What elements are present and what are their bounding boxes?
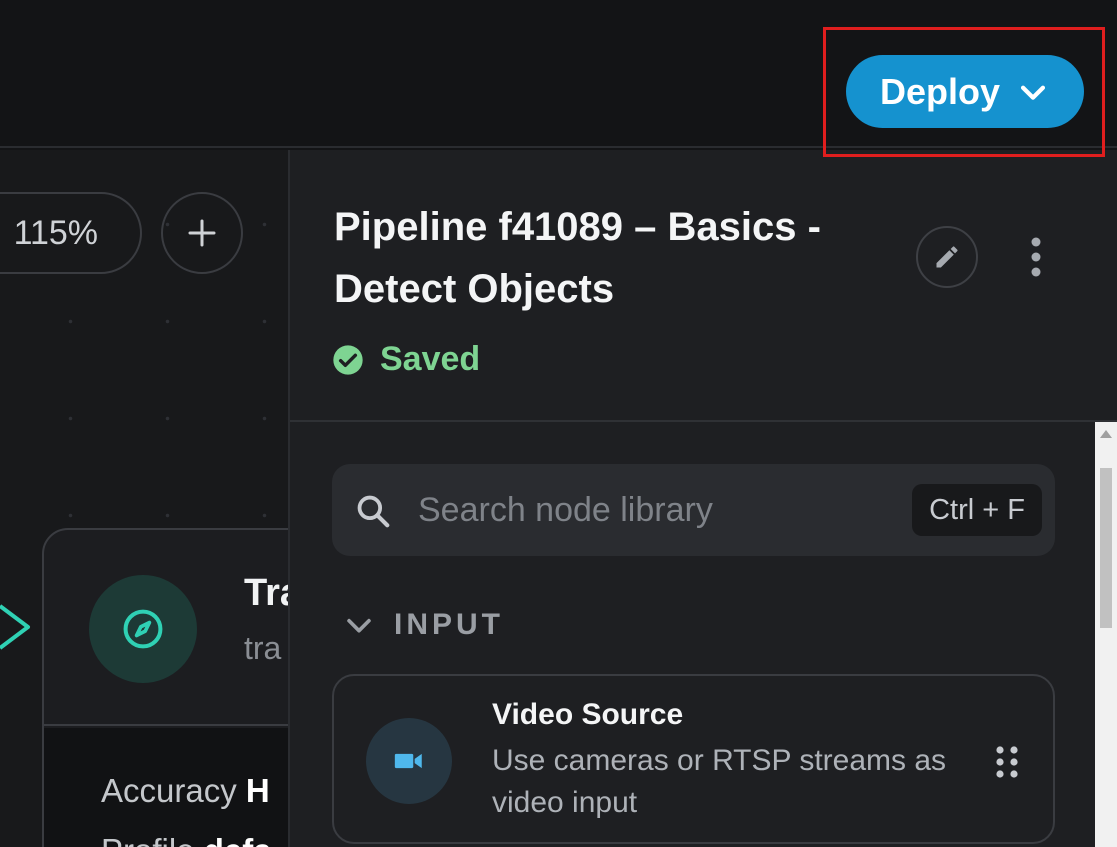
- chevron-down-icon: [347, 618, 371, 633]
- deploy-button[interactable]: Deploy: [846, 55, 1084, 128]
- node-prop-profile: Profile defa: [101, 832, 272, 847]
- node-search-box[interactable]: Ctrl + F: [332, 464, 1055, 556]
- save-status-text: Saved: [380, 340, 481, 378]
- zoom-level-display[interactable]: 115%: [0, 192, 142, 274]
- compass-icon: [123, 609, 163, 649]
- node-card-body: Accuracy H Profile defa: [44, 728, 288, 847]
- pipeline-node-card[interactable]: Tra tra Accuracy H Profile defa: [42, 528, 288, 847]
- library-item-icon-badge: [366, 718, 452, 804]
- check-circle-icon: [333, 344, 363, 375]
- section-label: INPUT: [394, 608, 504, 641]
- save-status: Saved: [332, 340, 480, 379]
- chevron-down-icon: [1020, 85, 1046, 100]
- search-input[interactable]: [418, 488, 898, 532]
- pencil-icon: [936, 246, 958, 268]
- scrollbar-thumb[interactable]: [1100, 468, 1112, 628]
- pipeline-title: Pipeline f41089 – Basics - Detect Object…: [334, 205, 821, 311]
- edit-pipeline-button[interactable]: [916, 226, 978, 288]
- library-item-title: Video Source: [492, 698, 684, 731]
- node-library-panel: Pipeline f41089 – Basics - Detect Object…: [288, 150, 1117, 847]
- node-title: Tra: [244, 572, 288, 614]
- deploy-button-label: Deploy: [879, 70, 1001, 112]
- node-subtitle: tra: [244, 630, 282, 666]
- video-camera-icon: [394, 753, 422, 769]
- more-options-button[interactable]: [1016, 232, 1056, 282]
- more-vertical-icon: [1031, 237, 1041, 277]
- panel-scrollbar[interactable]: [1095, 422, 1117, 847]
- plus-icon: [188, 219, 216, 247]
- node-icon-badge: [89, 575, 197, 683]
- section-toggle-input[interactable]: INPUT: [342, 608, 504, 642]
- search-shortcut-hint: Ctrl + F: [912, 484, 1042, 536]
- drag-handle-icon[interactable]: [994, 744, 1020, 780]
- panel-header: Pipeline f41089 – Basics - Detect Object…: [290, 150, 1117, 422]
- pipeline-canvas[interactable]: 115% Tra tra Accuracy H Profile defa: [0, 150, 288, 847]
- library-item-video-source[interactable]: Video Source Use cameras or RTSP streams…: [332, 674, 1055, 844]
- zoom-level-text: 115%: [13, 213, 98, 252]
- library-item-description: Use cameras or RTSP streams as video inp…: [492, 744, 947, 819]
- node-prop-accuracy: Accuracy H: [101, 772, 270, 809]
- search-icon: [357, 495, 390, 528]
- scroll-up-arrow-icon[interactable]: [1100, 430, 1112, 438]
- node-card-header: Tra tra: [44, 530, 288, 726]
- zoom-in-button[interactable]: [161, 192, 243, 274]
- node-input-port-icon[interactable]: [0, 602, 34, 652]
